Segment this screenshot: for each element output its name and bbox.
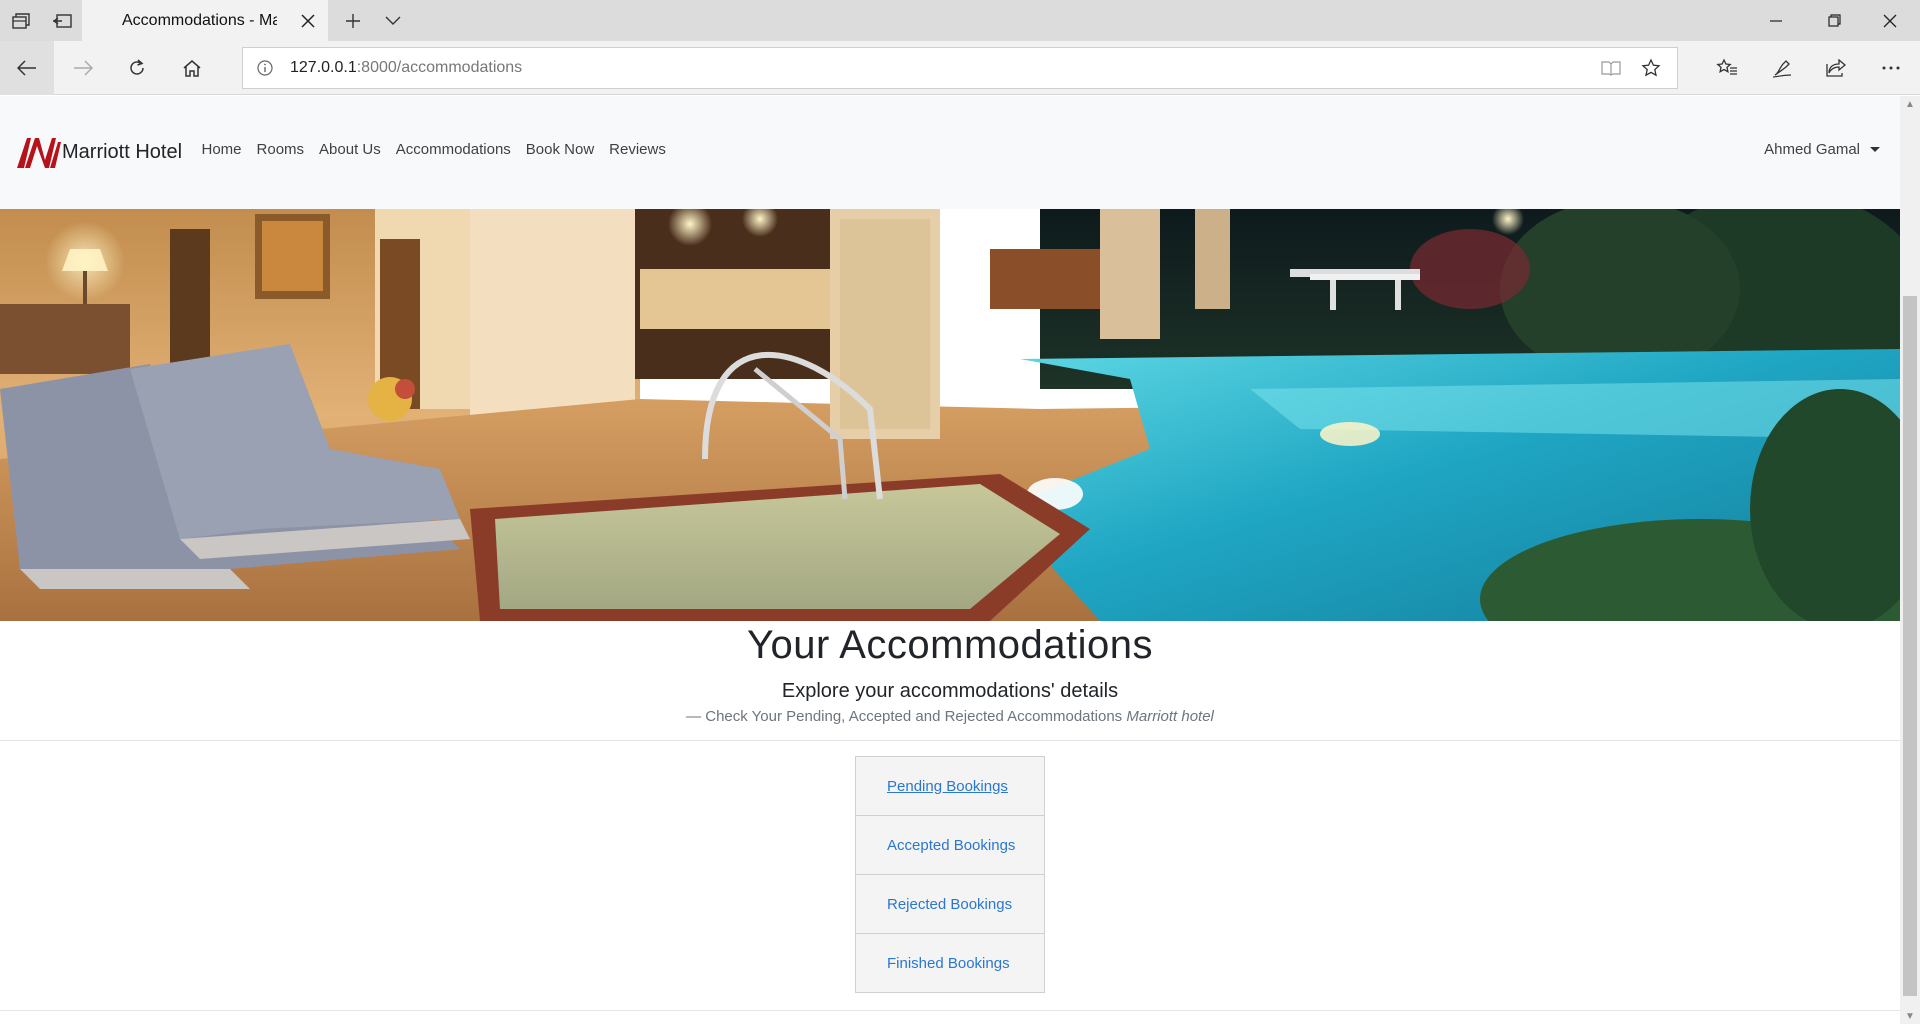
nav-accommodations[interactable]: Accommodations <box>388 141 518 158</box>
subtitle-cite: Marriott hotel <box>1126 708 1214 725</box>
scrollbar-thumb[interactable] <box>1903 296 1917 996</box>
finished-bookings-link[interactable]: Finished Bookings <box>887 955 1010 972</box>
nav-home[interactable]: Home <box>194 141 249 158</box>
tab-set-aside-icon[interactable] <box>0 0 41 41</box>
page-title: Your Accommodations <box>746 623 1154 667</box>
list-item-accepted[interactable]: Accepted Bookings <box>855 815 1045 875</box>
nav-rooms[interactable]: Rooms <box>249 141 312 158</box>
refresh-icon[interactable] <box>110 41 164 95</box>
subtitle-text: — Check Your Pending, Accepted and Rejec… <box>686 708 1123 725</box>
pool-terrace-illustration <box>0 209 1900 621</box>
forward-icon[interactable] <box>56 41 110 95</box>
site-info-icon[interactable] <box>257 48 273 88</box>
nav-reviews[interactable]: Reviews <box>602 141 674 158</box>
tab-list-icon[interactable] <box>372 0 413 41</box>
share-icon[interactable] <box>1809 41 1863 95</box>
close-window-icon[interactable] <box>1862 0 1918 41</box>
rejected-bookings-link[interactable]: Rejected Bookings <box>887 896 1012 913</box>
pen-icon[interactable] <box>1755 41 1809 95</box>
page-scrollbar[interactable]: ▲ ▼ <box>1900 96 1920 1024</box>
url-path: :8000/accommodations <box>356 59 523 76</box>
page-subtitle: — Check Your Pending, Accepted and Rejec… <box>0 708 1900 725</box>
page-lead: Explore your accommodations' details <box>781 680 1119 702</box>
new-tab-icon[interactable] <box>332 0 373 41</box>
tab-title: Accommodations - Mar <box>122 11 277 29</box>
marriott-logo <box>17 138 61 168</box>
nav-book-now[interactable]: Book Now <box>518 141 601 158</box>
page-heading: Your Accommodations Explore your accommo… <box>0 621 1900 725</box>
home-icon[interactable] <box>165 41 219 95</box>
url-host: 127.0.0.1 <box>290 59 357 76</box>
browser-tab[interactable]: Accommodations - Mar <box>82 0 328 41</box>
browser-toolbar: 127.0.0.1:8000/accommodations <box>0 41 1920 95</box>
favorite-star-icon[interactable] <box>1633 48 1669 88</box>
maximize-icon[interactable] <box>1806 0 1862 41</box>
scroll-up-icon[interactable]: ▲ <box>1900 96 1920 112</box>
list-item-finished[interactable]: Finished Bookings <box>855 933 1045 993</box>
pending-bookings-link[interactable]: Pending Bookings <box>887 778 1008 795</box>
tab-restore-icon[interactable] <box>41 0 82 41</box>
section-divider <box>0 740 1900 741</box>
brand[interactable]: Marriott Hotel <box>15 134 182 170</box>
more-icon[interactable] <box>1864 41 1918 95</box>
scroll-down-icon[interactable]: ▼ <box>1900 1008 1920 1024</box>
address-bar[interactable]: 127.0.0.1:8000/accommodations <box>242 47 1678 89</box>
back-icon[interactable] <box>0 41 54 95</box>
list-item-rejected[interactable]: Rejected Bookings <box>855 874 1045 934</box>
user-dropdown[interactable]: Ahmed Gamal <box>1764 141 1880 158</box>
list-item-pending[interactable]: Pending Bookings <box>855 756 1045 816</box>
brand-name: Marriott Hotel <box>62 140 183 163</box>
reading-view-icon[interactable] <box>1593 48 1629 88</box>
url-text[interactable]: 127.0.0.1:8000/accommodations <box>290 48 522 88</box>
site-navbar: Marriott Hotel Home Rooms About Us Accom… <box>0 96 1900 209</box>
close-tab-icon[interactable] <box>288 0 328 41</box>
nav-about-us[interactable]: About Us <box>312 141 389 158</box>
accepted-bookings-link[interactable]: Accepted Bookings <box>887 837 1015 854</box>
site-nav-links: Home Rooms About Us Accommodations Book … <box>194 141 673 158</box>
page-viewport: Marriott Hotel Home Rooms About Us Accom… <box>0 96 1900 1024</box>
favorites-hub-icon[interactable] <box>1700 41 1754 95</box>
bottom-divider <box>0 1010 1900 1011</box>
user-name: Ahmed Gamal <box>1764 141 1860 158</box>
caret-down-icon <box>1870 147 1880 152</box>
bookings-list: Pending Bookings Accepted Bookings Rejec… <box>855 756 1045 993</box>
browser-titlebar: Accommodations - Mar <box>0 0 1920 41</box>
minimize-icon[interactable] <box>1748 0 1804 41</box>
hero-image <box>0 209 1900 621</box>
